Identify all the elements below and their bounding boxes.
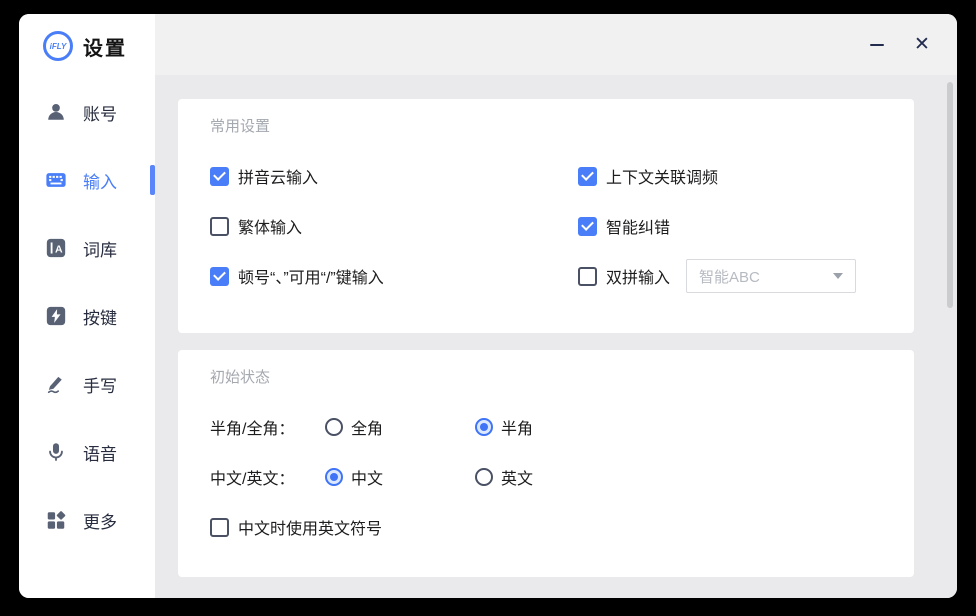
section-title-common: 常用设置 bbox=[210, 99, 882, 137]
sidebar-item-lexicon[interactable]: A 词库 bbox=[19, 214, 155, 282]
checkbox-box[interactable] bbox=[210, 518, 229, 537]
sidebar-item-account[interactable]: 账号 bbox=[19, 78, 155, 146]
checkbox-shuangpin-input[interactable]: 双拼输入 bbox=[578, 264, 670, 288]
sidebar-item-label: 按键 bbox=[83, 304, 117, 329]
radio-halfwidth[interactable]: 半角 bbox=[475, 415, 625, 439]
checkbox-box[interactable] bbox=[578, 217, 597, 236]
sidebar-nav: 账号 输入 bbox=[19, 78, 155, 554]
settings-content: 常用设置 拼音云输入 上下文关联调频 繁体输入 bbox=[178, 99, 914, 577]
checkbox-english-symbols-in-chinese[interactable]: 中文时使用英文符号 bbox=[210, 502, 882, 552]
lexicon-icon: A bbox=[45, 237, 67, 259]
close-button[interactable]: ✕ bbox=[904, 14, 940, 75]
row-label: 中文/英文： bbox=[210, 465, 325, 489]
common-settings-card: 常用设置 拼音云输入 上下文关联调频 繁体输入 bbox=[178, 99, 914, 333]
user-icon bbox=[45, 101, 67, 123]
window-title: 设置 bbox=[83, 32, 127, 61]
checkbox-label: 拼音云输入 bbox=[238, 164, 318, 188]
checkbox-label: 中文时使用英文符号 bbox=[238, 515, 382, 539]
keypress-icon bbox=[45, 305, 67, 327]
sidebar-item-label: 词库 bbox=[83, 236, 117, 261]
ifly-logo-icon: iFLY bbox=[43, 31, 73, 61]
radio-english[interactable]: 英文 bbox=[475, 465, 625, 489]
radio-chinese[interactable]: 中文 bbox=[325, 465, 475, 489]
radio-label: 全角 bbox=[351, 415, 383, 439]
row-label: 半角/全角： bbox=[210, 415, 325, 439]
initial-state-rows: 半角/全角： 全角 半角 中文/英文： bbox=[210, 402, 882, 552]
initial-state-card: 初始状态 半角/全角： 全角 半角 中文/英 bbox=[178, 350, 914, 577]
section-title-initial-state: 初始状态 bbox=[210, 350, 882, 388]
radio-button[interactable] bbox=[325, 418, 343, 436]
sidebar-item-label: 语音 bbox=[83, 440, 117, 465]
checkbox-box[interactable] bbox=[210, 267, 229, 286]
checkbox-box[interactable] bbox=[578, 167, 597, 186]
shuangpin-scheme-select[interactable]: 智能ABC bbox=[686, 259, 856, 293]
radio-button[interactable] bbox=[475, 468, 493, 486]
radio-label: 中文 bbox=[351, 465, 383, 489]
sidebar-item-label: 手写 bbox=[83, 372, 117, 397]
sidebar: iFLY 设置 账号 bbox=[19, 14, 155, 598]
radio-button[interactable] bbox=[325, 468, 343, 486]
sidebar-item-label: 输入 bbox=[83, 168, 117, 193]
checkbox-box[interactable] bbox=[210, 167, 229, 186]
checkbox-label: 顿号“、”可用“/”键输入 bbox=[238, 264, 384, 288]
sidebar-item-input[interactable]: 输入 bbox=[19, 146, 155, 214]
checkbox-label: 智能纠错 bbox=[606, 214, 670, 238]
sidebar-item-more[interactable]: 更多 bbox=[19, 486, 155, 554]
radio-label: 半角 bbox=[501, 415, 533, 439]
checkbox-box[interactable] bbox=[210, 217, 229, 236]
keyboard-icon bbox=[45, 169, 67, 191]
settings-window: iFLY 设置 账号 bbox=[19, 14, 957, 598]
checkbox-box[interactable] bbox=[578, 267, 597, 286]
checkbox-label: 繁体输入 bbox=[238, 214, 302, 238]
select-value: 智能ABC bbox=[699, 266, 760, 287]
checkbox-dunhao-slash-key[interactable]: 顿号“、”可用“/”键输入 bbox=[210, 251, 578, 301]
sidebar-item-keys[interactable]: 按键 bbox=[19, 282, 155, 350]
common-settings-grid: 拼音云输入 上下文关联调频 繁体输入 智能纠错 bbox=[210, 151, 882, 301]
shuangpin-row: 双拼输入 智能ABC bbox=[578, 251, 882, 301]
scrollbar-thumb[interactable] bbox=[947, 82, 953, 308]
sidebar-item-label: 账号 bbox=[83, 100, 117, 125]
app-brand: iFLY 设置 bbox=[19, 14, 155, 78]
main-area: ✕ 常用设置 拼音云输入 上下文关联调频 bbox=[155, 14, 957, 598]
chinese-english-row: 中文/英文： 中文 英文 bbox=[210, 452, 882, 502]
sidebar-item-handwriting[interactable]: 手写 bbox=[19, 350, 155, 418]
svg-text:A: A bbox=[55, 244, 63, 256]
sidebar-item-label: 更多 bbox=[83, 508, 117, 533]
half-full-width-row: 半角/全角： 全角 半角 bbox=[210, 402, 882, 452]
mic-icon bbox=[45, 441, 67, 463]
checkbox-context-frequency[interactable]: 上下文关联调频 bbox=[578, 151, 882, 201]
checkbox-smart-correction[interactable]: 智能纠错 bbox=[578, 201, 882, 251]
close-icon: ✕ bbox=[914, 33, 930, 56]
checkbox-traditional-input[interactable]: 繁体输入 bbox=[210, 201, 578, 251]
chevron-down-icon bbox=[833, 273, 843, 279]
checkbox-label: 上下文关联调频 bbox=[606, 164, 718, 188]
radio-label: 英文 bbox=[501, 465, 533, 489]
minimize-button[interactable] bbox=[859, 14, 895, 75]
titlebar: ✕ bbox=[155, 14, 957, 75]
sidebar-item-voice[interactable]: 语音 bbox=[19, 418, 155, 486]
more-icon bbox=[45, 509, 67, 531]
minimize-icon bbox=[870, 44, 884, 46]
radio-button[interactable] bbox=[475, 418, 493, 436]
checkbox-pinyin-cloud-input[interactable]: 拼音云输入 bbox=[210, 151, 578, 201]
handwriting-icon bbox=[45, 373, 67, 395]
radio-fullwidth[interactable]: 全角 bbox=[325, 415, 475, 439]
checkbox-label: 双拼输入 bbox=[606, 264, 670, 288]
